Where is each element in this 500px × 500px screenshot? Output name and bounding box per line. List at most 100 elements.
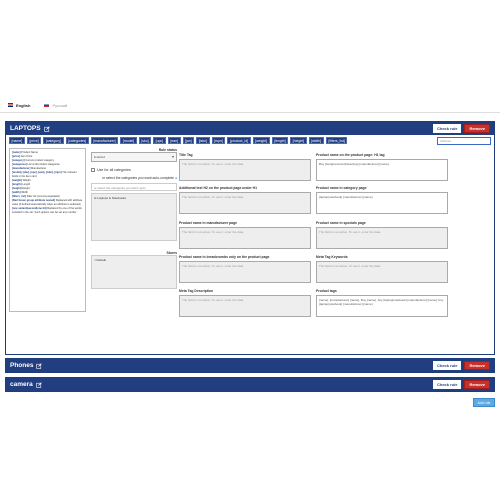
remove-rule-button[interactable]: Remove <box>464 361 490 370</box>
variable-chip[interactable]: [mpn] <box>211 137 226 144</box>
variable-key: [filters_list] <box>12 195 26 198</box>
checkbox-icon <box>91 168 95 172</box>
rule-panel-laptops: LAPTOPS Check rule Remove [name] [price][… <box>5 121 495 355</box>
rule-title: Phones <box>10 362 34 369</box>
tab-english[interactable]: English <box>8 103 30 108</box>
product-tags-input[interactable]: [name], [manufacturer] [name], Buy [name… <box>316 295 448 317</box>
variable-key: [categories] <box>12 163 27 166</box>
variable-key: [category] <box>12 159 25 162</box>
variables-help: [name] Product Name [price] Item Price [ca… <box>9 148 86 312</box>
tab-russian-label: Русский <box>52 102 68 108</box>
divider <box>0 112 500 113</box>
rule-panel-phones: Phones Check rule Remove <box>5 358 495 373</box>
variable-description: Product Name <box>21 151 38 154</box>
product-tags-field: Product tags [name], [manufacturer] [nam… <box>316 289 448 317</box>
variable-description: Current product category <box>25 159 54 162</box>
variable-description: Item Price <box>20 155 33 158</box>
variable-key: [weight] <box>12 179 22 182</box>
variable-description: Manufacturer <box>31 167 47 170</box>
category-search-input[interactable]: or select the categories you want: apto <box>91 183 177 191</box>
all-categories-label: Use for all categories <box>97 168 131 172</box>
variable-key: [height] <box>12 187 22 190</box>
stores-list: ✓Default <box>91 255 177 289</box>
variable-chip[interactable]: [category] <box>43 137 64 144</box>
variable-key: [length] <box>12 183 22 186</box>
variable-description: Length <box>22 183 31 186</box>
attribute-input[interactable]: Attribute <box>437 137 491 145</box>
category-name-field: Product name in category page {laptop|no… <box>316 186 448 214</box>
specials-name-input[interactable]: The field is not active. To use it, ente… <box>316 227 448 249</box>
rule-title: LAPTOPS <box>10 125 41 132</box>
meta-description-input[interactable]: The field is not active. To use it, ente… <box>179 295 311 317</box>
check-rule-button[interactable]: Check rule <box>432 124 462 133</box>
meta-description-field: Meta Tag Description The field is not ac… <box>179 289 311 317</box>
variable-key: [Red Green group attribute nested] <box>12 199 56 202</box>
variable-description: Width <box>21 191 28 194</box>
rule-panel-camera: camera Check rule Remove <box>5 377 495 392</box>
variable-chip[interactable]: [filters_list] <box>325 137 348 144</box>
variable-chips: [name] [price] [category] [categories] [manu… <box>9 137 348 144</box>
tab-english-label: English <box>16 102 31 108</box>
variable-chip[interactable]: [product_id] <box>227 137 251 144</box>
meta-keywords-field: Meta Tag Keywords The field is not activ… <box>316 255 448 283</box>
variable-description: Height <box>22 187 30 190</box>
edit-icon[interactable] <box>43 125 50 132</box>
edit-icon[interactable] <box>36 381 42 388</box>
category-name-input[interactable]: {laptop|notebook} [manufacturer] [name] <box>316 192 448 214</box>
add-rule-button[interactable]: Add rule <box>473 398 495 407</box>
variable-description: List of all product categories <box>27 163 60 166</box>
meta-keywords-input[interactable]: The field is not active. To use it, ente… <box>316 261 448 283</box>
breadcrumbs-name-field: Product name in breadcrumbs only on the … <box>179 255 311 283</box>
variable-chip[interactable]: [jan] <box>182 137 195 144</box>
title-tag-input[interactable]: The field is not active. To use it, ente… <box>179 159 311 181</box>
variable-chip[interactable]: [length] <box>271 137 289 144</box>
variable-key: [manufacturer] <box>12 167 31 170</box>
h1-input[interactable]: Buy {best|premium|better|top} [manufactu… <box>316 159 448 181</box>
h1-field: Product name on the product page: H1 tag… <box>316 153 448 181</box>
variable-chip[interactable]: [width] <box>308 137 324 144</box>
rule-header[interactable]: camera Check rule Remove <box>6 378 494 391</box>
variable-chip[interactable]: [model] <box>120 137 137 144</box>
variable-chip[interactable]: [height] <box>290 137 307 144</box>
manufacturer-name-input[interactable]: The field is not active. To use it, ente… <box>179 227 311 249</box>
variable-chip[interactable]: [price] <box>26 137 42 144</box>
rule-header[interactable]: Phones Check rule Remove <box>6 359 494 372</box>
additional-h2-field: Additional text H2 on the product page u… <box>179 186 311 214</box>
variable-key: [width] <box>12 191 21 194</box>
variable-help-item: [Red Green group attribute nested] Repla… <box>12 199 83 207</box>
specials-name-field: Product name in specials page The field … <box>316 221 448 249</box>
variable-chip[interactable]: [weight] <box>252 137 270 144</box>
category-list: ⊖ Laptops & Notebooks <box>91 193 177 241</box>
breadcrumbs-name-input[interactable]: The field is not active. To use it, ente… <box>179 261 311 283</box>
additional-h2-input[interactable]: The field is not active. To use it, ente… <box>179 192 311 214</box>
variable-chip[interactable]: [name] <box>9 137 25 144</box>
rule-status-select[interactable]: Enabled <box>91 152 177 162</box>
variable-chip[interactable]: [ean] <box>167 137 181 144</box>
variable-key: [price] <box>12 155 20 158</box>
variable-chip[interactable]: [sku] <box>138 137 152 144</box>
all-categories-checkbox[interactable]: Use for all categories <box>91 168 177 172</box>
remove-rule-button[interactable]: Remove <box>464 380 490 389</box>
store-default-checkbox[interactable]: ✓Default <box>94 258 174 262</box>
remove-rule-button[interactable]: Remove <box>464 124 490 133</box>
rule-title: camera <box>10 381 33 388</box>
info-icon: ● <box>174 176 177 180</box>
variable-chip[interactable]: [isbn] <box>196 137 210 144</box>
tab-russian[interactable]: Русский <box>44 103 67 108</box>
variable-key: [name] <box>12 151 21 154</box>
variable-description: Weight <box>22 179 31 182</box>
edit-icon[interactable] <box>36 362 43 369</box>
variable-chip[interactable]: [categories] <box>65 137 89 144</box>
rule-header[interactable]: LAPTOPS Check rule Remove <box>6 122 494 135</box>
ru-flag-icon <box>44 103 50 107</box>
variable-key: [one variant|second|one bit] <box>12 207 47 210</box>
uk-flag-icon <box>8 103 13 107</box>
check-rule-button[interactable]: Check rule <box>432 361 462 370</box>
title-tag-field: Title Tag The field is not active. To us… <box>179 153 311 181</box>
select-categories-label: or select the categories you want auto-c… <box>101 176 177 180</box>
variable-chip[interactable]: [upc] <box>153 137 166 144</box>
language-tabs: English Русский <box>8 100 67 110</box>
category-item[interactable]: ⊖ Laptops & Notebooks <box>94 196 174 200</box>
variable-chip[interactable]: [manufacturer] <box>90 137 119 144</box>
check-rule-button[interactable]: Check rule <box>432 380 462 389</box>
